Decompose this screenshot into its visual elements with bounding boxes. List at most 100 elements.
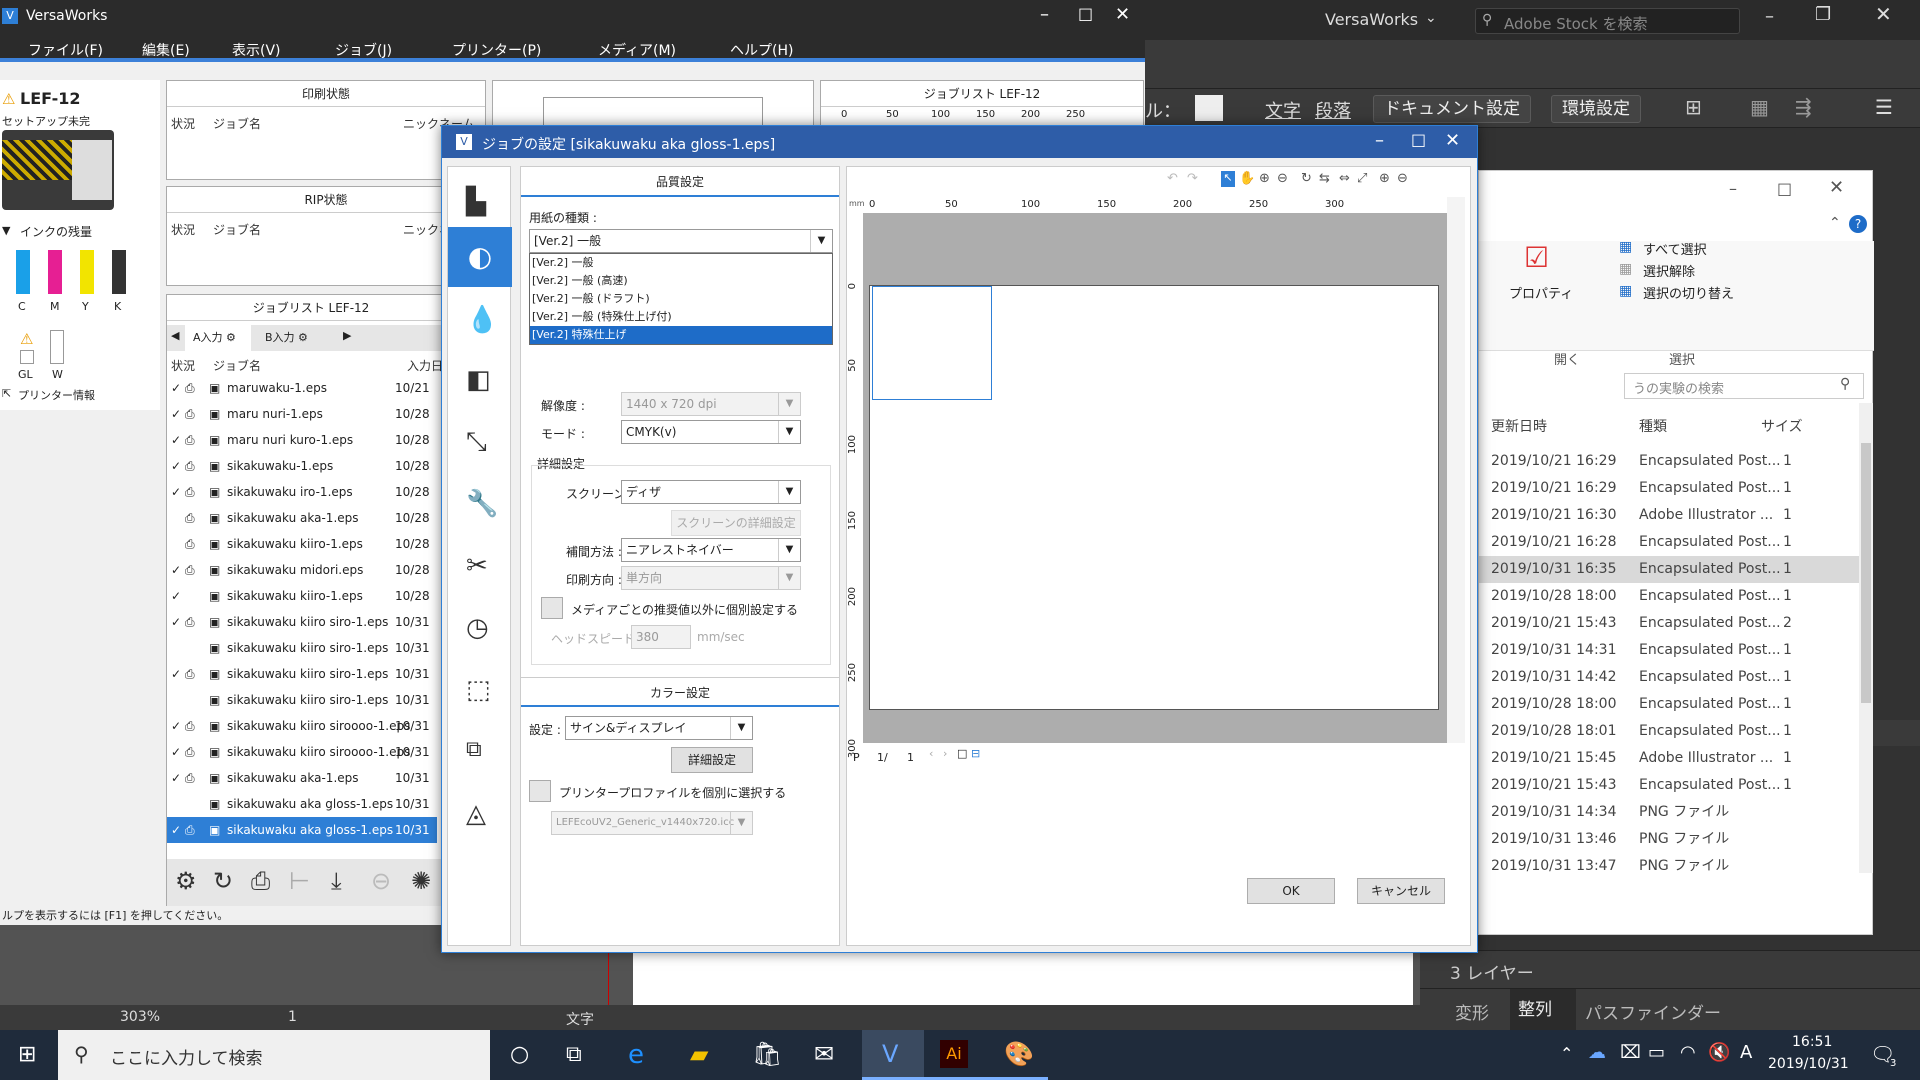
tab-queue-b[interactable]: B入力 ⚙: [257, 325, 327, 351]
file-row[interactable]: 2019/10/21 15:43 Encapsulated Post... 2: [1479, 610, 1859, 637]
network-icon[interactable]: ▭: [1648, 1042, 1665, 1063]
paper-option[interactable]: [Ver.2] 一般 (特殊仕上げ付): [530, 308, 832, 326]
job-row[interactable]: ✓ ⎙ ▣ sikakuwaku kiiro siroooo-1.eps 10/31: [167, 739, 437, 765]
paper-option[interactable]: [Ver.2] 一般 (ドラフト): [530, 290, 832, 308]
job-row[interactable]: ▣ sikakuwaku kiiro siro-1.eps 10/31: [167, 635, 437, 661]
col-size[interactable]: サイズ: [1761, 416, 1803, 436]
onedrive-icon[interactable]: ☁: [1588, 1042, 1606, 1063]
artboard-number[interactable]: 1: [288, 1009, 297, 1025]
stop-icon[interactable]: ⊖: [371, 867, 391, 895]
task-view-icon[interactable]: ⧉: [566, 1042, 582, 1067]
cortana-icon[interactable]: ○: [510, 1042, 529, 1067]
close-icon[interactable]: ✕: [1115, 4, 1130, 25]
job-row[interactable]: ✓ ⎙ ▣ sikakuwaku kiiro siro-1.eps 10/31: [167, 661, 437, 687]
head-speed-spinner[interactable]: 380: [631, 625, 691, 649]
chevron-down-icon[interactable]: ⌄: [1425, 10, 1437, 26]
minimize-icon[interactable]: –: [1040, 4, 1049, 25]
help-icon[interactable]: ?: [1849, 215, 1867, 233]
mail-icon[interactable]: ✉: [814, 1040, 834, 1068]
tab-pathfinder[interactable]: パスファインダー: [1585, 999, 1721, 1024]
properties-button[interactable]: プロパティ: [1509, 283, 1573, 302]
chevron-up-icon[interactable]: ⌃: [1560, 1044, 1573, 1063]
next-page-icon[interactable]: ›: [943, 747, 947, 760]
color-icon[interactable]: ◧: [466, 365, 491, 395]
tree-icon[interactable]: ⊢: [289, 867, 310, 895]
job-row[interactable]: ✓ ⎙ ▣ sikakuwaku aka gloss-1.eps 10/31: [167, 817, 437, 843]
col-type[interactable]: 種類: [1639, 416, 1667, 436]
job-row[interactable]: ✓ ⎙ ▣ sikakuwaku midori.eps 10/28: [167, 557, 437, 583]
spinner-icon[interactable]: ✺: [411, 867, 431, 895]
file-row[interactable]: 2019/10/21 16:30 Adobe Illustrator ... 1: [1479, 502, 1859, 529]
fit-width-icon[interactable]: ⇔: [1339, 171, 1350, 186]
paper-option[interactable]: [Ver.2] 一般 (高速): [530, 272, 832, 290]
file-row[interactable]: 2019/10/31 13:47 PNG ファイル: [1479, 853, 1859, 880]
align-icon[interactable]: ▦: [1750, 95, 1769, 119]
job-row[interactable]: ✓ ⎙ ▣ sikakuwaku kiiro siroooo-1.eps 10/31: [167, 713, 437, 739]
tab-align[interactable]: 整列: [1510, 989, 1576, 1031]
prev-page-icon[interactable]: ‹: [929, 747, 933, 760]
single-page-icon[interactable]: □: [957, 747, 967, 760]
file-row[interactable]: 2019/10/31 13:46 PNG ファイル: [1479, 826, 1859, 853]
collapse-icon[interactable]: ▼: [2, 224, 10, 237]
col-status[interactable]: 状況: [171, 221, 195, 238]
volume-icon[interactable]: 🔇: [1708, 1042, 1730, 1063]
taskbar-versaworks[interactable]: V: [862, 1030, 924, 1080]
job-row[interactable]: ⎙ ▣ sikakuwaku kiiro-1.eps 10/28: [167, 531, 437, 557]
menu-icon[interactable]: ☰: [1875, 95, 1893, 119]
quality-icon[interactable]: ◐: [448, 227, 512, 287]
clock-date[interactable]: 2019/10/31: [1768, 1056, 1849, 1072]
cancel-button[interactable]: キャンセル: [1357, 878, 1445, 904]
tiling-icon[interactable]: ⧉: [466, 737, 482, 762]
zoom-out-icon[interactable]: ⊖: [1277, 171, 1288, 186]
wifi-icon[interactable]: ◠: [1680, 1042, 1696, 1063]
file-row[interactable]: 2019/10/21 16:28 Encapsulated Post... 1: [1479, 529, 1859, 556]
select-tool-icon[interactable]: ↖: [1221, 171, 1235, 187]
job-row[interactable]: ✓ ⎙ ▣ sikakuwaku aka-1.eps 10/31: [167, 765, 437, 791]
file-row[interactable]: 2019/10/21 15:45 Adobe Illustrator ... 1: [1479, 745, 1859, 772]
properties-icon[interactable]: ☑: [1524, 241, 1549, 274]
close-icon[interactable]: ✕: [1875, 2, 1892, 26]
swatch[interactable]: [1195, 95, 1223, 121]
col-jobname[interactable]: ジョブ名: [213, 115, 261, 132]
file-row[interactable]: 2019/10/31 16:35 Encapsulated Post... 1: [1479, 556, 1859, 583]
settings-icon[interactable]: ⚙: [175, 867, 197, 895]
job-row[interactable]: ✓ ▣ sikakuwaku kiiro-1.eps 10/28: [167, 583, 437, 609]
paper-type-select[interactable]: [Ver.2] 一般 ▼: [529, 229, 833, 253]
menu-media[interactable]: メディア(M): [598, 40, 676, 60]
distribute-icon[interactable]: ⇶: [1795, 95, 1812, 119]
tab-queue-a[interactable]: A入力 ⚙: [185, 325, 251, 351]
minimize-icon[interactable]: –: [1729, 179, 1737, 198]
color-setting-select[interactable]: サイン&ディスプレイ ▼: [565, 716, 753, 740]
file-row[interactable]: 2019/10/21 15:43 Encapsulated Post... 1: [1479, 772, 1859, 799]
layout-icon[interactable]: ▙: [466, 187, 486, 217]
job-row[interactable]: ✓ ⎙ ▣ maru nuri-1.eps 10/28: [167, 401, 437, 427]
maximize-icon[interactable]: □: [1411, 130, 1426, 149]
col-jobname[interactable]: ジョブ名: [213, 357, 261, 374]
job-row[interactable]: ✓ ⎙ ▣ maruwaku-1.eps 10/21: [167, 375, 437, 401]
file-row[interactable]: 2019/10/21 16:29 Encapsulated Post... 1: [1479, 475, 1859, 502]
taskbar-search[interactable]: ⚲ ここに入力して検索: [58, 1030, 490, 1080]
redo-icon[interactable]: ↷: [1187, 171, 1198, 186]
job-row[interactable]: ✓ ⎙ ▣ sikakuwaku-1.eps 10/28: [167, 453, 437, 479]
wrench-icon[interactable]: 🔧: [466, 489, 498, 519]
arrange-icon[interactable]: ⊞: [1685, 95, 1702, 119]
color-swatch-icon[interactable]: ◬: [466, 799, 486, 829]
file-row[interactable]: 2019/10/31 14:42 Encapsulated Post... 1: [1479, 664, 1859, 691]
file-explorer-icon[interactable]: ▰: [690, 1040, 708, 1068]
job-row[interactable]: ✓ ⎙ ▣ sikakuwaku iro-1.eps 10/28: [167, 479, 437, 505]
preview-vscroll[interactable]: [1447, 197, 1465, 743]
media-override-checkbox[interactable]: [541, 597, 563, 619]
direction-select[interactable]: 単方向 ▼: [621, 566, 801, 590]
col-input-date[interactable]: 入力日: [407, 357, 443, 374]
file-row[interactable]: 2019/10/31 14:31 Encapsulated Post... 1: [1479, 637, 1859, 664]
refresh-icon[interactable]: ↻: [213, 867, 233, 895]
menu-file[interactable]: ファイル(F): [28, 40, 103, 60]
minimize-icon[interactable]: –: [1765, 6, 1774, 27]
profile-select[interactable]: LEFEcoUV2_Generic_v1440x720.icc ▼: [551, 811, 753, 835]
vertical-scrollbar[interactable]: [1859, 403, 1873, 873]
clock-icon[interactable]: ◷: [466, 613, 489, 643]
job-image-frame[interactable]: [872, 286, 992, 400]
env-settings-button[interactable]: 環境設定: [1551, 95, 1641, 123]
undo-icon[interactable]: ↶: [1167, 171, 1178, 186]
mode-select[interactable]: CMYK(v) ▼: [621, 420, 801, 444]
